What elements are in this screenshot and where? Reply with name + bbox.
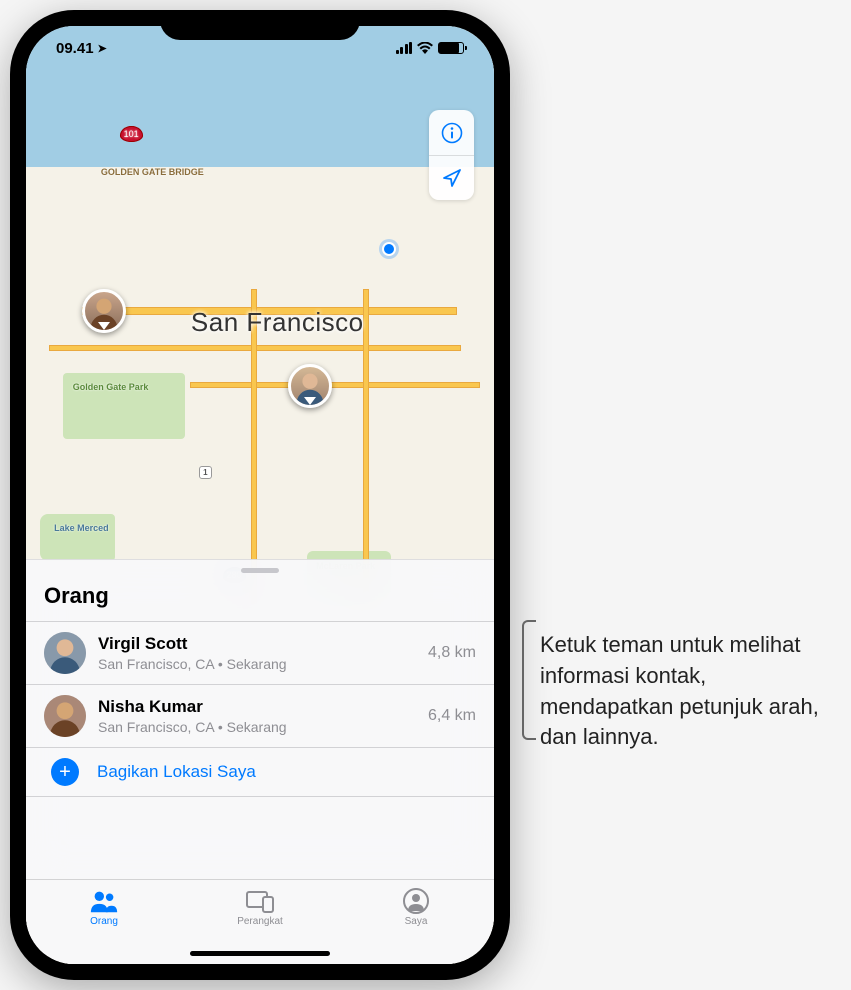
person-distance: 4,8 km [428, 644, 476, 662]
current-location-dot [382, 242, 396, 256]
location-services-icon: ➤ [98, 42, 107, 55]
me-icon [401, 888, 431, 914]
tab-label: Orang [90, 916, 118, 927]
phone-frame: San Francisco GOLDEN GATE BRIDGE Golden … [10, 10, 510, 980]
home-indicator[interactable] [190, 951, 330, 956]
map-controls [429, 110, 474, 200]
tab-label: Saya [405, 916, 428, 927]
tab-people[interactable]: Orang [27, 888, 181, 927]
callout-text: Ketuk teman untuk melihat informasi kont… [540, 630, 840, 753]
tab-me[interactable]: Saya [339, 888, 493, 927]
plus-icon: + [51, 758, 79, 786]
notch [160, 10, 360, 40]
info-icon [441, 122, 463, 144]
list-item[interactable]: Virgil Scott San Francisco, CA • Sekaran… [26, 621, 494, 684]
map-city-label: San Francisco [191, 307, 364, 338]
sheet-grabber[interactable] [241, 568, 279, 573]
cellular-signal-icon [396, 42, 413, 54]
location-arrow-icon [442, 168, 462, 188]
person-name: Nisha Kumar [98, 696, 428, 718]
map-label-golden-gate-park: Golden Gate Park [73, 382, 149, 392]
route-shield-101: 101 [120, 129, 143, 139]
share-location-label: Bagikan Lokasi Saya [97, 762, 256, 782]
list-item[interactable]: Nisha Kumar San Francisco, CA • Sekarang… [26, 684, 494, 747]
person-subtitle: San Francisco, CA • Sekarang [98, 718, 428, 736]
map-pin-person-virgil[interactable] [288, 364, 332, 408]
people-sheet[interactable]: Orang Virgil Scott San Francisco, CA • S… [26, 559, 494, 879]
callout-annotation: Ketuk teman untuk melihat informasi kont… [540, 630, 840, 753]
devices-icon [245, 888, 275, 914]
person-subtitle: San Francisco, CA • Sekarang [98, 655, 428, 673]
map-info-button[interactable] [429, 110, 474, 155]
battery-icon [438, 42, 464, 54]
route-shield-1: 1 [199, 467, 211, 477]
person-distance: 6,4 km [428, 707, 476, 725]
avatar [44, 695, 86, 737]
people-icon [89, 888, 119, 914]
map-locate-button[interactable] [429, 155, 474, 200]
avatar [44, 632, 86, 674]
tab-devices[interactable]: Perangkat [183, 888, 337, 927]
map-label-golden-gate-bridge: GOLDEN GATE BRIDGE [101, 167, 204, 177]
tab-label: Perangkat [237, 916, 283, 927]
person-name: Virgil Scott [98, 633, 428, 655]
share-location-row[interactable]: + Bagikan Lokasi Saya [26, 747, 494, 797]
people-list: Virgil Scott San Francisco, CA • Sekaran… [26, 621, 494, 797]
status-time: 09.41 [56, 40, 94, 57]
sheet-title: Orang [26, 579, 494, 621]
callout-bracket [522, 620, 536, 740]
map-pin-person-nisha[interactable] [82, 289, 126, 333]
map-label-lake-merced: Lake Merced [54, 523, 109, 533]
wifi-icon [417, 42, 433, 54]
screen: San Francisco GOLDEN GATE BRIDGE Golden … [26, 26, 494, 964]
